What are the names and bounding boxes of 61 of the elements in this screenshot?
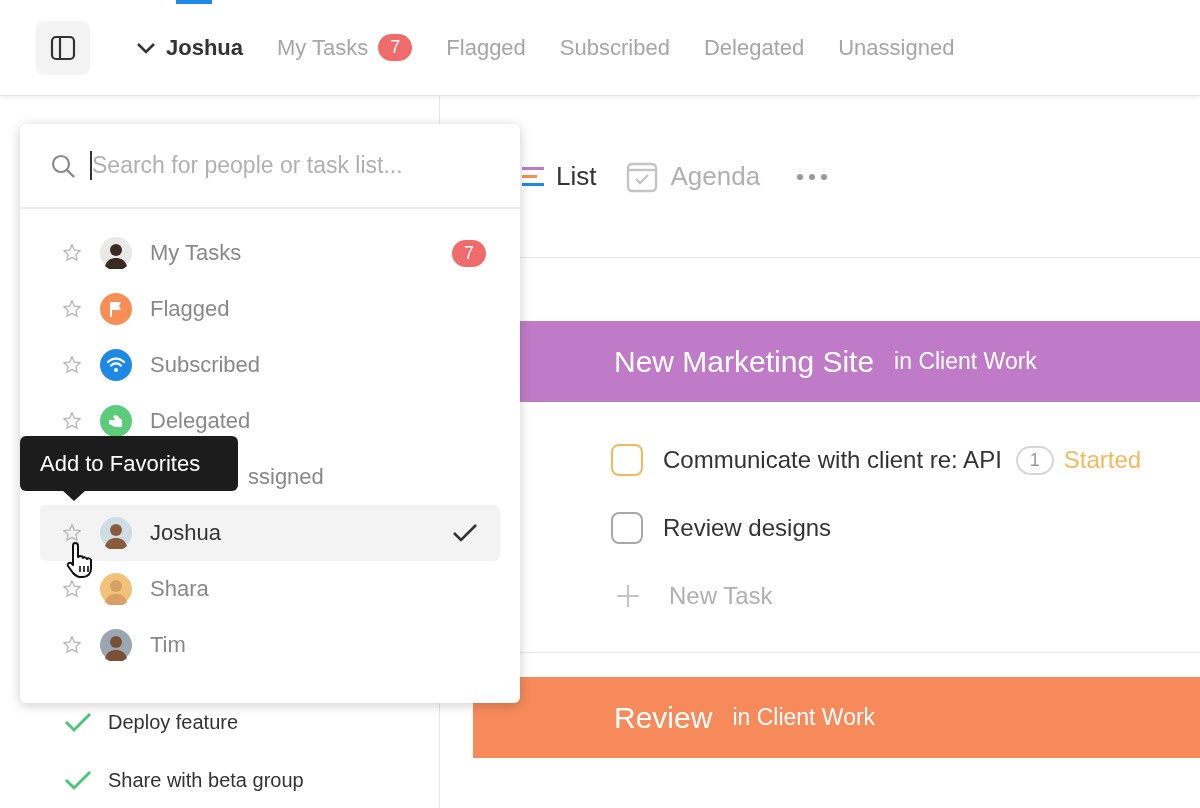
star-icon[interactable] [62, 635, 82, 655]
completed-task[interactable]: Deploy feature [108, 710, 239, 734]
task-title[interactable]: Communicate with client re: API [663, 446, 1002, 474]
star-icon[interactable] [62, 299, 82, 319]
star-icon[interactable] [62, 243, 82, 263]
task-checkbox[interactable] [611, 444, 643, 476]
flag-icon [100, 293, 132, 325]
picker-item[interactable]: Shara [40, 561, 500, 617]
picker-item[interactable]: Tim [40, 617, 500, 673]
wifi-icon [100, 349, 132, 381]
completed-task[interactable]: Share with beta group [108, 768, 304, 792]
tab-label: Unassigned [838, 34, 955, 61]
plus-icon [617, 585, 639, 607]
project-title: Review [614, 700, 713, 735]
header-tab[interactable]: My Tasks 7 [277, 0, 413, 95]
avatar-icon [100, 237, 132, 269]
task-status: Started [1063, 446, 1142, 474]
hand-icon [100, 405, 132, 437]
sidebar-toggle-button[interactable] [36, 20, 90, 75]
tab-label: Flagged [446, 34, 526, 61]
view-tab[interactable]: List [522, 161, 597, 192]
count-badge: 7 [378, 34, 413, 61]
calendar-check-icon [626, 160, 659, 193]
tooltip: Add to Favorites [20, 436, 238, 491]
count-badge: 7 [452, 239, 486, 267]
checkmark-icon [452, 523, 478, 543]
tab-label: Delegated [703, 34, 805, 61]
picker-item[interactable]: Flagged [40, 281, 500, 337]
tooltip-pointer-icon [62, 490, 86, 501]
list-icon [522, 167, 544, 186]
new-task-button[interactable]: New Task [611, 562, 773, 630]
star-icon[interactable] [62, 355, 82, 375]
header-tab[interactable]: Flagged [446, 0, 526, 95]
task-checkbox[interactable] [611, 512, 643, 544]
picker-item[interactable]: Subscribed [40, 337, 500, 393]
more-icon [796, 172, 829, 181]
tab-label: My Tasks [277, 34, 369, 61]
project-title: New Marketing Site [614, 344, 875, 379]
header-tab[interactable]: Joshua [136, 0, 244, 95]
header-tab[interactable]: Unassigned [838, 0, 955, 95]
avatar-icon [100, 517, 132, 549]
active-tab-indicator [176, 0, 212, 4]
view-tab[interactable]: Agenda [626, 160, 761, 193]
project-subtitle: in Client Work [894, 348, 1037, 375]
tab-label: Subscribed [559, 34, 670, 61]
picker-item[interactable]: Joshua [40, 505, 500, 561]
header-tab[interactable]: Delegated [703, 0, 805, 95]
avatar-icon [100, 573, 132, 605]
star-icon[interactable] [62, 523, 82, 543]
header-tab[interactable]: Subscribed [559, 0, 670, 95]
chevron-down-icon [136, 40, 156, 55]
search-icon [50, 152, 76, 179]
task-title[interactable]: Review designs [663, 514, 832, 542]
tab-label: Joshua [166, 34, 244, 61]
sidebar-icon [50, 34, 76, 61]
star-icon[interactable] [62, 579, 82, 599]
project-subtitle: in Client Work [732, 704, 876, 731]
avatar-icon [100, 629, 132, 661]
picker-item[interactable]: My Tasks 7 [40, 225, 500, 281]
comment-count: 1 [1015, 445, 1054, 475]
star-icon[interactable] [62, 411, 82, 431]
